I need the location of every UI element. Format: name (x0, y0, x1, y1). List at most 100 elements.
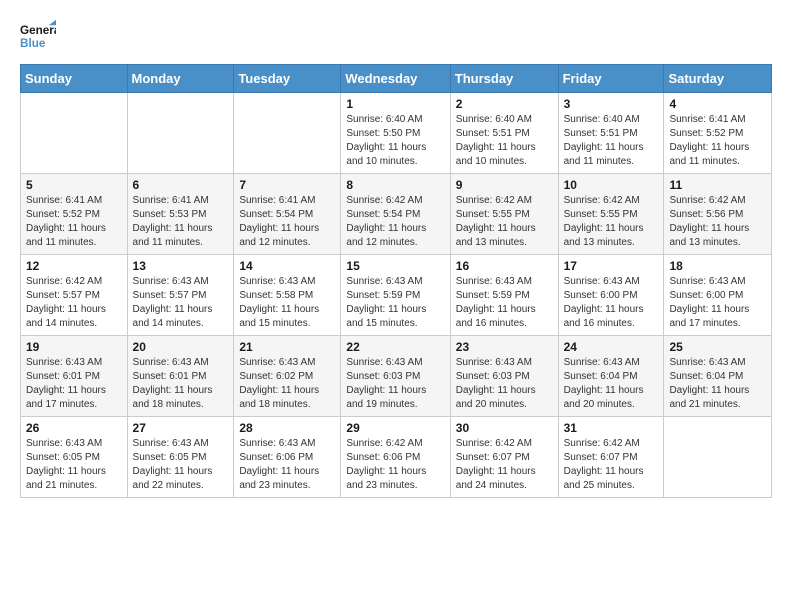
day-number: 3 (564, 97, 659, 111)
day-info: Sunrise: 6:42 AM Sunset: 5:56 PM Dayligh… (669, 194, 766, 250)
day-number: 21 (239, 340, 335, 354)
day-cell: 25 Sunrise: 6:43 AM Sunset: 6:04 PM Dayli… (664, 336, 772, 417)
day-cell: 8 Sunrise: 6:42 AM Sunset: 5:54 PM Daylig… (341, 174, 450, 255)
day-cell: 11 Sunrise: 6:42 AM Sunset: 5:56 PM Dayli… (664, 174, 772, 255)
weekday-header-saturday: Saturday (664, 65, 772, 93)
day-cell (127, 93, 234, 174)
day-info: Sunrise: 6:43 AM Sunset: 6:06 PM Dayligh… (239, 437, 335, 493)
day-number: 10 (564, 178, 659, 192)
day-info: Sunrise: 6:42 AM Sunset: 5:55 PM Dayligh… (456, 194, 553, 250)
day-info: Sunrise: 6:43 AM Sunset: 5:57 PM Dayligh… (133, 275, 229, 331)
day-number: 25 (669, 340, 766, 354)
day-number: 23 (456, 340, 553, 354)
day-number: 2 (456, 97, 553, 111)
day-cell: 16 Sunrise: 6:43 AM Sunset: 5:59 PM Dayli… (450, 255, 558, 336)
day-number: 12 (26, 259, 122, 273)
day-info: Sunrise: 6:42 AM Sunset: 5:54 PM Dayligh… (346, 194, 444, 250)
weekday-header-row: SundayMondayTuesdayWednesdayThursdayFrid… (21, 65, 772, 93)
day-info: Sunrise: 6:42 AM Sunset: 6:06 PM Dayligh… (346, 437, 444, 493)
day-number: 13 (133, 259, 229, 273)
day-info: Sunrise: 6:43 AM Sunset: 6:00 PM Dayligh… (669, 275, 766, 331)
day-cell: 1Sunrise: 6:40 AM Sunset: 5:50 PM Daylig… (341, 93, 450, 174)
day-cell: 20Sunrise: 6:43 AM Sunset: 6:01 PM Dayli… (127, 336, 234, 417)
day-number: 15 (346, 259, 444, 273)
day-info: Sunrise: 6:43 AM Sunset: 6:03 PM Dayligh… (346, 356, 444, 412)
day-cell (21, 93, 128, 174)
week-row-4: 19 Sunrise: 6:43 AM Sunset: 6:01 PM Dayli… (21, 336, 772, 417)
week-row-2: 5 Sunrise: 6:41 AM Sunset: 5:52 PM Daylig… (21, 174, 772, 255)
day-number: 16 (456, 259, 553, 273)
day-cell: 6Sunrise: 6:41 AM Sunset: 5:53 PM Daylig… (127, 174, 234, 255)
svg-text:General: General (20, 24, 56, 37)
day-cell: 4Sunrise: 6:41 AM Sunset: 5:52 PM Daylig… (664, 93, 772, 174)
day-info: Sunrise: 6:43 AM Sunset: 6:03 PM Dayligh… (456, 356, 553, 412)
day-number: 11 (669, 178, 766, 192)
day-info: Sunrise: 6:42 AM Sunset: 5:55 PM Dayligh… (564, 194, 659, 250)
day-info: Sunrise: 6:41 AM Sunset: 5:52 PM Dayligh… (669, 113, 766, 169)
day-info: Sunrise: 6:43 AM Sunset: 5:59 PM Dayligh… (346, 275, 444, 331)
day-cell: 30Sunrise: 6:42 AM Sunset: 6:07 PM Dayli… (450, 417, 558, 498)
day-number: 19 (26, 340, 122, 354)
day-info: Sunrise: 6:43 AM Sunset: 5:59 PM Dayligh… (456, 275, 553, 331)
day-cell: 12 Sunrise: 6:42 AM Sunset: 5:57 PM Dayli… (21, 255, 128, 336)
day-number: 30 (456, 421, 553, 435)
day-number: 1 (346, 97, 444, 111)
day-cell (664, 417, 772, 498)
logo: General Blue (20, 18, 56, 54)
day-cell: 29 Sunrise: 6:42 AM Sunset: 6:06 PM Dayli… (341, 417, 450, 498)
day-number: 8 (346, 178, 444, 192)
day-cell: 31Sunrise: 6:42 AM Sunset: 6:07 PM Dayli… (558, 417, 664, 498)
day-number: 31 (564, 421, 659, 435)
day-info: Sunrise: 6:43 AM Sunset: 6:05 PM Dayligh… (133, 437, 229, 493)
day-cell: 23 Sunrise: 6:43 AM Sunset: 6:03 PM Dayli… (450, 336, 558, 417)
day-number: 5 (26, 178, 122, 192)
day-cell: 5 Sunrise: 6:41 AM Sunset: 5:52 PM Daylig… (21, 174, 128, 255)
day-info: Sunrise: 6:41 AM Sunset: 5:53 PM Dayligh… (133, 194, 229, 250)
day-cell: 19Sunrise: 6:43 AM Sunset: 6:01 PM Dayli… (21, 336, 128, 417)
weekday-header-sunday: Sunday (21, 65, 128, 93)
logo-icon: General Blue (20, 18, 56, 54)
day-cell: 17 Sunrise: 6:43 AM Sunset: 6:00 PM Dayli… (558, 255, 664, 336)
day-cell: 26 Sunrise: 6:43 AM Sunset: 6:05 PM Dayli… (21, 417, 128, 498)
day-cell: 2 Sunrise: 6:40 AM Sunset: 5:51 PM Daylig… (450, 93, 558, 174)
day-info: Sunrise: 6:43 AM Sunset: 6:01 PM Dayligh… (133, 356, 229, 412)
day-cell: 22 Sunrise: 6:43 AM Sunset: 6:03 PM Dayli… (341, 336, 450, 417)
day-number: 29 (346, 421, 444, 435)
day-number: 7 (239, 178, 335, 192)
day-info: Sunrise: 6:43 AM Sunset: 6:00 PM Dayligh… (564, 275, 659, 331)
day-cell: 21 Sunrise: 6:43 AM Sunset: 6:02 PM Dayli… (234, 336, 341, 417)
day-info: Sunrise: 6:43 AM Sunset: 6:02 PM Dayligh… (239, 356, 335, 412)
header: General Blue (20, 18, 772, 54)
svg-text:Blue: Blue (20, 37, 46, 50)
week-row-5: 26 Sunrise: 6:43 AM Sunset: 6:05 PM Dayli… (21, 417, 772, 498)
day-info: Sunrise: 6:43 AM Sunset: 6:04 PM Dayligh… (669, 356, 766, 412)
day-cell: 13 Sunrise: 6:43 AM Sunset: 5:57 PM Dayli… (127, 255, 234, 336)
day-info: Sunrise: 6:43 AM Sunset: 6:04 PM Dayligh… (564, 356, 659, 412)
day-cell: 9 Sunrise: 6:42 AM Sunset: 5:55 PM Daylig… (450, 174, 558, 255)
day-cell: 27 Sunrise: 6:43 AM Sunset: 6:05 PM Dayli… (127, 417, 234, 498)
day-info: Sunrise: 6:40 AM Sunset: 5:51 PM Dayligh… (564, 113, 659, 169)
day-cell: 24 Sunrise: 6:43 AM Sunset: 6:04 PM Dayli… (558, 336, 664, 417)
week-row-3: 12 Sunrise: 6:42 AM Sunset: 5:57 PM Dayli… (21, 255, 772, 336)
day-number: 28 (239, 421, 335, 435)
day-number: 9 (456, 178, 553, 192)
day-info: Sunrise: 6:40 AM Sunset: 5:51 PM Dayligh… (456, 113, 553, 169)
day-cell: 3 Sunrise: 6:40 AM Sunset: 5:51 PM Daylig… (558, 93, 664, 174)
day-cell: 7Sunrise: 6:41 AM Sunset: 5:54 PM Daylig… (234, 174, 341, 255)
day-number: 24 (564, 340, 659, 354)
day-number: 17 (564, 259, 659, 273)
day-cell (234, 93, 341, 174)
day-number: 27 (133, 421, 229, 435)
weekday-header-monday: Monday (127, 65, 234, 93)
day-info: Sunrise: 6:42 AM Sunset: 5:57 PM Dayligh… (26, 275, 122, 331)
day-cell: 14Sunrise: 6:43 AM Sunset: 5:58 PM Dayli… (234, 255, 341, 336)
weekday-header-friday: Friday (558, 65, 664, 93)
day-number: 26 (26, 421, 122, 435)
day-info: Sunrise: 6:41 AM Sunset: 5:52 PM Dayligh… (26, 194, 122, 250)
day-number: 14 (239, 259, 335, 273)
day-cell: 15 Sunrise: 6:43 AM Sunset: 5:59 PM Dayli… (341, 255, 450, 336)
day-number: 18 (669, 259, 766, 273)
weekday-header-tuesday: Tuesday (234, 65, 341, 93)
day-info: Sunrise: 6:43 AM Sunset: 6:05 PM Dayligh… (26, 437, 122, 493)
day-number: 22 (346, 340, 444, 354)
